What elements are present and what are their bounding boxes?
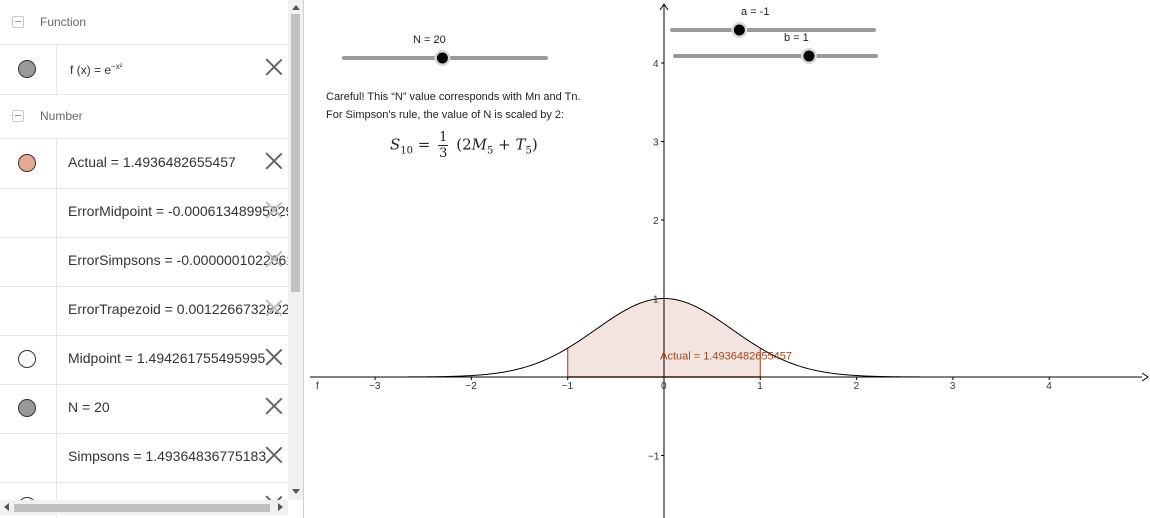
area-value-label: Actual = 1.4936482655457 [660,351,792,363]
algebra-view[interactable]: Function f (x) = e−x² Number Actual = 1.… [0,0,304,518]
section-label: Number [40,109,83,123]
a-slider-handle[interactable] [733,24,745,36]
simpson-formula: S10 = 1 3 (2M5 + T5) [390,130,538,161]
collapse-icon[interactable] [12,110,24,122]
visibility-toggle-icon[interactable] [18,399,36,417]
note-line-2: For Simpson's rule, the value of N is sc… [326,109,565,121]
formula-plus: + [498,135,511,154]
function-definition[interactable]: f (x) = e−x² [70,62,292,77]
function-var: x [80,63,87,77]
y-tick-label: −1 [648,452,660,463]
horizontal-scrollbar[interactable] [0,500,288,515]
x-tick-label: −1 [562,381,574,392]
number-section-header[interactable]: Number [0,94,288,139]
visibility-toggle-icon[interactable] [18,350,36,368]
a-slider-label: a = -1 [741,6,769,18]
algebra-value[interactable]: N = 20 [68,399,290,415]
vertical-scrollbar[interactable] [288,0,303,500]
y-tick-label: 4 [653,59,659,70]
function-name: f [70,63,74,77]
algebra-value[interactable]: Actual = 1.4936482655457 [68,154,290,170]
delete-icon[interactable] [264,445,284,465]
n-slider-label: N = 20 [413,34,446,46]
formula-paren-close: ) [531,135,538,154]
formula-den: 3 [439,146,448,161]
marker-cell [0,384,57,433]
scroll-thumb[interactable] [291,14,300,292]
delete-icon[interactable] [264,151,284,171]
delete-icon[interactable] [264,200,284,220]
x-tick-label: 1 [757,381,763,392]
algebra-row[interactable]: ErrorSimpsons = -0.0000001022061 [0,237,290,287]
formula-m: M [471,135,487,154]
y-tick-label: 2 [653,216,659,227]
formula-lhs-sub: 10 [400,145,414,157]
algebra-row[interactable]: Actual = 1.4936482655457 [0,139,288,189]
algebra-row[interactable]: Midpoint = 1.494261755495995 [0,335,288,385]
scroll-right-arrow-icon[interactable] [278,503,283,511]
y-tick-label: 3 [653,138,659,149]
formula-paren: (2 [456,135,472,154]
marker-cell [0,45,57,94]
collapse-icon[interactable] [12,16,24,28]
formula-fraction: 1 3 [438,130,449,161]
n-slider-handle[interactable] [436,52,448,64]
scroll-up-arrow-icon[interactable] [292,5,300,10]
formula-lhs: S [390,135,401,154]
x-tick-label: 3 [950,381,956,392]
x-tick-label: −3 [369,381,381,392]
marker-cell [0,237,57,286]
delete-icon[interactable] [264,298,284,318]
formula-t: T [515,135,526,154]
y-tick-label: 1 [653,295,659,306]
algebra-value[interactable]: ErrorTrapezoid = 0.0012266732822 [68,301,290,317]
note-line-1: Careful! This “N” value corresponds with… [326,91,581,103]
scroll-left-arrow-icon[interactable] [4,503,9,511]
formula-m-sub: 5 [486,145,494,157]
algebra-row[interactable]: ErrorTrapezoid = 0.0012266732822 [0,286,290,336]
marker-cell [0,286,57,335]
x-axis-arrow-icon [1141,372,1149,382]
visibility-toggle-icon[interactable] [18,154,36,172]
delete-icon[interactable] [264,347,284,367]
delete-icon[interactable] [264,57,284,77]
function-section-header[interactable]: Function [0,0,288,45]
curve-label: f [316,381,319,392]
marker-cell [0,433,57,482]
graphics-view[interactable]: −3 −2 −1 0 1 2 3 4 4 3 2 1 −1 f Actual = 1.49364826554… [310,0,1150,518]
algebra-value[interactable]: Midpoint = 1.494261755495995 [68,350,290,366]
x-tick-label: −2 [465,381,477,392]
algebra-row[interactable]: Simpsons = 1.49364836775183 [0,433,288,483]
b-slider-label: b = 1 [784,32,809,44]
algebra-row[interactable]: N = 20 [0,384,288,434]
scroll-thumb[interactable] [14,504,270,512]
x-tick-label: 2 [854,381,860,392]
marker-cell [0,188,57,237]
algebra-value[interactable]: Simpsons = 1.49364836775183 [68,448,290,464]
formula-equals: = [417,135,431,154]
section-label: Function [40,15,87,29]
x-tick-label: 4 [1046,381,1052,392]
b-slider-handle[interactable] [803,50,815,62]
marker-cell [0,139,57,188]
algebra-row[interactable]: ErrorMidpoint = -0.000613489950295 [0,188,290,238]
delete-icon[interactable] [264,249,284,269]
plot-canvas[interactable]: −3 −2 −1 0 1 2 3 4 4 3 2 1 −1 f Actual = 1.49364826554… [310,0,1150,518]
delete-icon[interactable] [264,396,284,416]
x-tick-label: 0 [661,381,667,392]
scroll-down-arrow-icon[interactable] [292,489,300,494]
marker-cell [0,335,57,384]
visibility-toggle-icon[interactable] [18,60,36,78]
algebra-value[interactable]: ErrorSimpsons = -0.0000001022061 [68,252,290,268]
formula-num: 1 [438,130,449,146]
function-row[interactable]: f (x) = e−x² [0,45,288,95]
algebra-value[interactable]: ErrorMidpoint = -0.000613489950295 [68,203,290,219]
function-exponent: −x² [111,62,123,71]
